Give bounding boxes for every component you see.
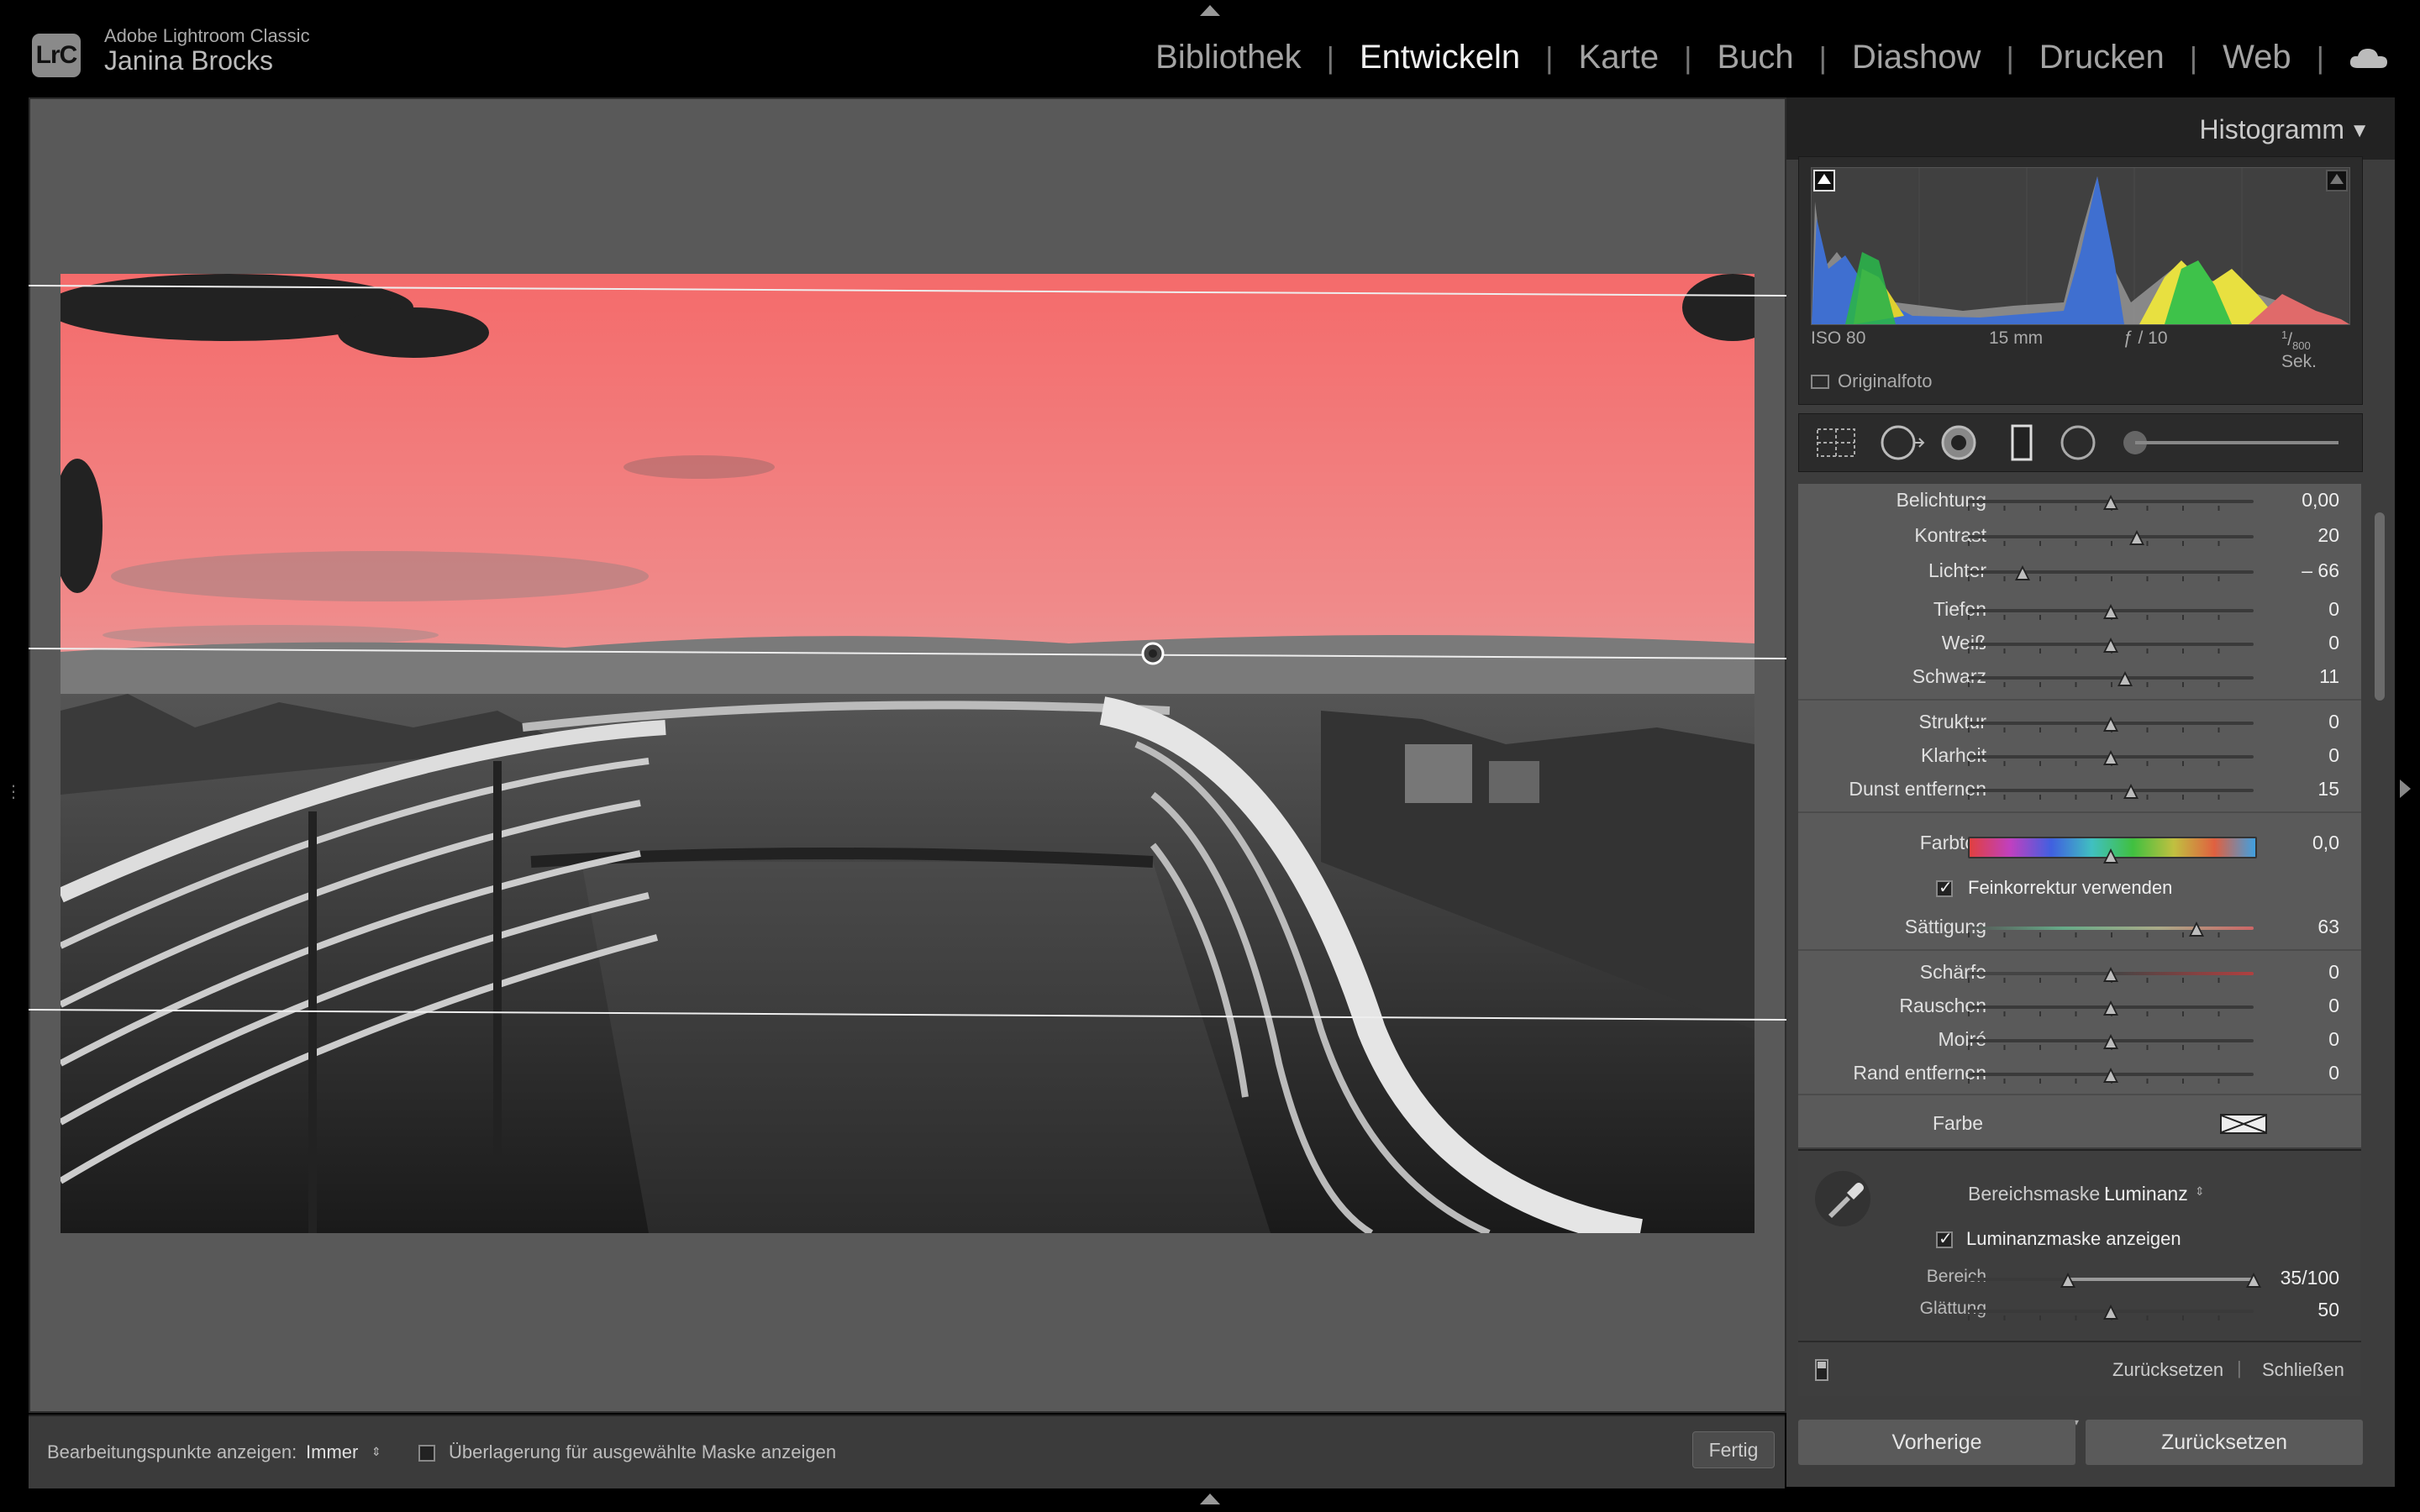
slider-thumb[interactable] xyxy=(2103,750,2118,765)
module-drucken[interactable]: Drucken xyxy=(2014,39,2190,76)
cloud-icon[interactable] xyxy=(2349,47,2388,69)
slider-thumb[interactable] xyxy=(2123,784,2139,799)
slider-thumb[interactable] xyxy=(2103,495,2118,510)
mask-reset-button[interactable]: Zurücksetzen xyxy=(2112,1359,2223,1381)
right-panel-toggle-icon[interactable] xyxy=(2400,780,2411,798)
slider-belichtung[interactable]: Belichtung 0,00 xyxy=(1798,484,2361,517)
slider-schwarz[interactable]: Schwarz 11 xyxy=(1798,660,2361,694)
photo-preview[interactable] xyxy=(60,274,1754,1233)
slider-thumb[interactable] xyxy=(2103,1000,2118,1016)
module-bibliothek[interactable]: Bibliothek xyxy=(1130,39,1326,76)
original-photo-toggle[interactable]: Originalfoto xyxy=(1811,370,1933,392)
top-bar: LrC Adobe Lightroom Classic Janina Brock… xyxy=(0,0,2420,97)
identity-plate-name: Janina Brocks xyxy=(104,45,273,76)
crop-tool-icon[interactable] xyxy=(1817,428,1855,457)
histogram-graph[interactable] xyxy=(1811,167,2350,325)
slider-rauschen[interactable]: Rauschen 0 xyxy=(1798,990,2361,1023)
slider-thumb[interactable] xyxy=(2014,565,2030,580)
slider-saettigung[interactable]: Sättigung 63 xyxy=(1798,911,2361,944)
range-high-thumb[interactable] xyxy=(2246,1273,2261,1288)
shadow-clipping-icon[interactable] xyxy=(1813,170,1835,192)
show-luminance-mask-label: Luminanzmaske anzeigen xyxy=(1966,1228,2181,1249)
module-buch[interactable]: Buch xyxy=(1692,39,1819,76)
histogram: ISO 80 15 mm ƒ / 10 1/800 Sek. Originalf… xyxy=(1798,156,2363,405)
iso-value: ISO 80 xyxy=(1811,328,1866,348)
mask-footer: Zurücksetzen | Schließen xyxy=(1798,1341,2361,1396)
footer-buttons: Vorherige Zurücksetzen xyxy=(1798,1420,2363,1470)
module-web[interactable]: Web xyxy=(2197,39,2317,76)
slider-weiss[interactable]: Weiß 0 xyxy=(1798,627,2361,660)
slider-struktur[interactable]: Struktur 0 xyxy=(1798,706,2361,739)
adjustment-brush-icon[interactable] xyxy=(2123,431,2338,454)
top-panel-toggle-icon[interactable] xyxy=(1200,5,1220,16)
slider-kontrast[interactable]: Kontrast 20 xyxy=(1798,519,2361,553)
previous-button[interactable]: Vorherige xyxy=(1798,1420,2075,1465)
slider-thumb[interactable] xyxy=(2103,1034,2118,1049)
slider-thumb[interactable] xyxy=(2103,967,2118,982)
panel-switch-icon[interactable] xyxy=(1815,1359,1828,1381)
slider-thumb[interactable] xyxy=(2103,604,2118,619)
slider-thumb[interactable] xyxy=(2103,638,2118,653)
lrc-logo: LrC xyxy=(32,34,81,77)
focal-length-value: 15 mm xyxy=(1989,328,2044,348)
slider-moire[interactable]: Moiré 0 xyxy=(1798,1023,2361,1057)
select-chevron-icon[interactable]: ⇕ xyxy=(2195,1184,2205,1199)
module-karte[interactable]: Karte xyxy=(1554,39,1685,76)
red-eye-icon[interactable] xyxy=(1941,425,1976,460)
slider-thumb[interactable] xyxy=(2128,530,2144,545)
collapse-triangle-icon[interactable]: ▼ xyxy=(2349,119,2370,143)
panel-scrollbar[interactable] xyxy=(2375,512,2385,701)
histogram-title: Histogramm xyxy=(2199,114,2344,144)
slider-klarheit[interactable]: Klarheit 0 xyxy=(1798,739,2361,773)
slider-tiefen[interactable]: Tiefen 0 xyxy=(1798,593,2361,627)
color-label: Farbe xyxy=(1933,1112,1984,1134)
highlight-clipping-icon[interactable] xyxy=(2326,170,2348,192)
reset-button[interactable]: Zurücksetzen xyxy=(2086,1420,2363,1465)
smoothing-slider[interactable]: Glättung 50 xyxy=(1798,1294,2361,1327)
slider-thumb[interactable] xyxy=(2103,1068,2118,1083)
radial-filter-icon[interactable] xyxy=(2060,425,2096,460)
done-button[interactable]: Fertig xyxy=(1692,1431,1775,1468)
module-picker: Bibliothek | Entwickeln | Karte | Buch | Dia… xyxy=(1130,39,2388,76)
range-low-thumb[interactable] xyxy=(2060,1273,2075,1288)
bottom-panel-toggle-icon[interactable] xyxy=(1200,1494,1220,1504)
range-mask-panel: Bereichsmaske : Luminanz ⇕ Luminanzmaske… xyxy=(1798,1149,2361,1342)
range-slider[interactable]: Bereich 35/100 xyxy=(1798,1262,2361,1295)
tool-strip xyxy=(1798,413,2363,472)
slider-thumb[interactable] xyxy=(2103,717,2118,732)
graduated-filter-icon[interactable] xyxy=(2011,424,2033,461)
overlay-label: Überlagerung für ausgewählte Maske anzei… xyxy=(449,1441,837,1462)
module-entwickeln[interactable]: Entwickeln xyxy=(1334,39,1545,76)
overlay-checkbox[interactable] xyxy=(418,1445,435,1462)
edit-points-select[interactable]: Immer xyxy=(306,1441,358,1463)
aperture-value: ƒ / 10 xyxy=(2123,328,2168,348)
range-mask-label: Bereichsmaske : xyxy=(1968,1183,2112,1205)
spot-removal-icon[interactable] xyxy=(1881,425,1925,460)
fine-adjust-label: Feinkorrektur verwenden xyxy=(1968,877,2173,898)
select-chevron-icon[interactable]: ⇕ xyxy=(371,1445,381,1459)
range-mask-select[interactable]: Luminanz xyxy=(2104,1183,2188,1205)
product-name: Adobe Lightroom Classic xyxy=(104,25,310,46)
module-diashow[interactable]: Diashow xyxy=(1827,39,2006,76)
eyedropper-icon[interactable] xyxy=(1813,1169,1872,1228)
shutter-value: 1/800 Sek. xyxy=(2281,328,2317,372)
left-panel-toggle-icon[interactable]: ⋮ xyxy=(5,781,22,802)
histogram-header[interactable]: Histogramm ▼ xyxy=(1786,97,2395,160)
slider-schaerfe[interactable]: Schärfe 0 xyxy=(1798,956,2361,990)
color-swatch[interactable] xyxy=(2220,1114,2267,1134)
slider-lichter[interactable]: Lichter – 66 xyxy=(1798,554,2361,588)
edit-points-label: Bearbeitungspunkte anzeigen: xyxy=(47,1441,297,1462)
show-luminance-mask-checkbox[interactable] xyxy=(1936,1228,1953,1249)
slider-dunst-entfernen[interactable]: Dunst entfernen 15 xyxy=(1798,773,2361,806)
slider-thumb[interactable] xyxy=(2189,921,2204,937)
mask-close-button[interactable]: Schließen xyxy=(2262,1359,2344,1381)
slider-farbton[interactable]: Farbton 0,0 xyxy=(1798,827,2361,864)
fine-adjust-checkbox[interactable] xyxy=(1936,877,1953,898)
slider-thumb[interactable] xyxy=(2118,671,2133,686)
graduated-filter-panel: Belichtung 0,00 Kontrast 20 Lichter – 66 Ti… xyxy=(1798,484,2361,1147)
slider-thumb[interactable] xyxy=(2103,848,2118,864)
slider-thumb[interactable] xyxy=(2103,1305,2118,1320)
slider-rand-entfernen[interactable]: Rand entfernen 0 xyxy=(1798,1057,2361,1090)
toolbar: Bearbeitungspunkte anzeigen: Immer ⇕ Übe… xyxy=(29,1415,1785,1488)
